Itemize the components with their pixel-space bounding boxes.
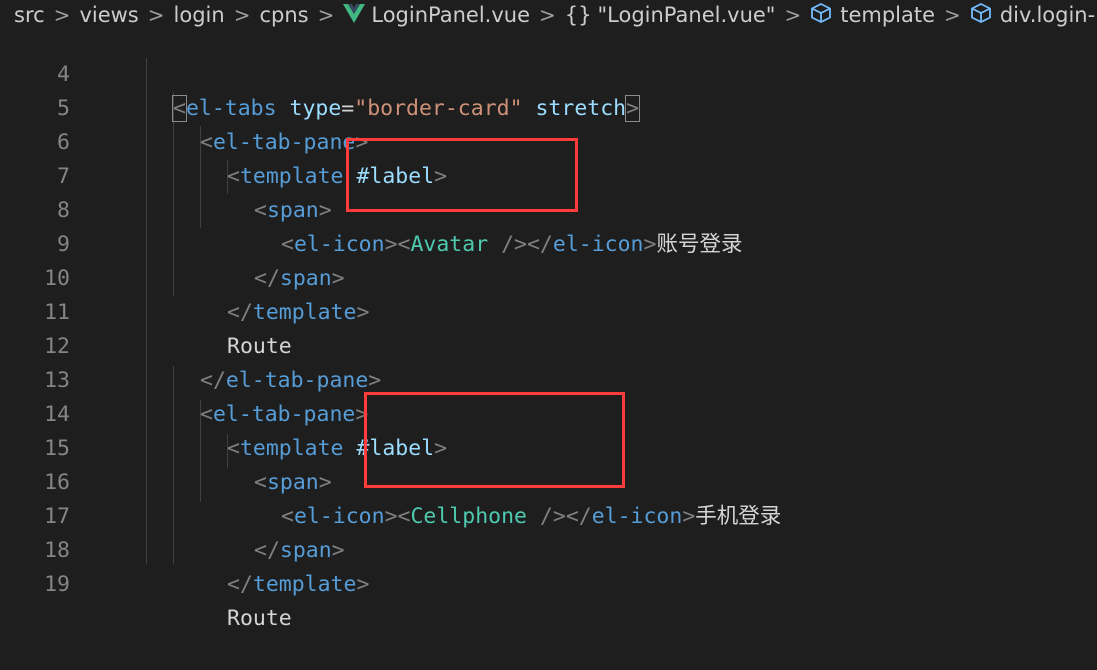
code-line: 13 <el-tab-pane>: [0, 330, 1097, 427]
code-line: 5 <el-tab-pane>: [0, 58, 1097, 155]
line-number: 19: [44, 572, 70, 597]
code-line: 6 <template #label>: [0, 92, 1097, 189]
highlight-box-avatar: [346, 138, 578, 212]
code-line: 18 </template>: [0, 500, 1097, 597]
code-line: 11 Route: [0, 262, 1097, 359]
code-line: 10 </template>: [0, 228, 1097, 325]
code-line: 19 Route: [0, 534, 1097, 631]
code-line: 12 </el-tab-pane>: [0, 296, 1097, 393]
code-line: 4 <el-tabs type="border-card" stretch>: [0, 24, 1097, 122]
highlight-box-cellphone: [364, 392, 625, 488]
